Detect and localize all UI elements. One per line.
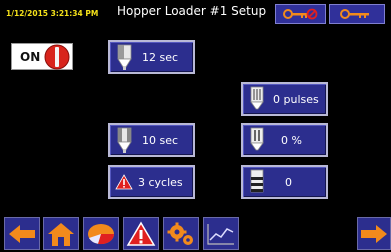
level-sensor-icon <box>250 169 264 193</box>
hopper-dump-icon <box>117 127 132 153</box>
alarm-icon <box>126 221 156 246</box>
alarm-cycles-value: 3 cycles <box>138 175 183 189</box>
page-title: Hopper Loader #1 Setup <box>117 4 267 18</box>
dump-time-button[interactable]: 10 sec <box>108 123 195 157</box>
home-icon <box>48 222 74 246</box>
hopper-pulse-icon <box>250 86 264 110</box>
level-button[interactable]: 0 <box>241 165 328 199</box>
next-arrow-icon <box>361 224 387 243</box>
percent-value: 0 % <box>281 133 302 147</box>
trend-button[interactable] <box>203 217 239 250</box>
timestamp: 1/12/2015 3:21:34 PM <box>6 9 99 18</box>
settings-button[interactable] <box>163 217 199 250</box>
power-switch-icon <box>44 44 70 69</box>
warning-icon <box>115 174 133 190</box>
load-time-button[interactable]: 12 sec <box>108 40 195 74</box>
key-lock-button[interactable] <box>275 4 326 24</box>
load-time-value: 12 sec <box>142 50 179 64</box>
home-button[interactable] <box>43 217 79 250</box>
alarms-button[interactable] <box>123 217 159 250</box>
power-toggle[interactable]: ON <box>11 43 73 70</box>
alarm-cycles-button[interactable]: 3 cycles <box>108 165 195 199</box>
back-arrow-icon <box>9 224 35 243</box>
key-lock-icon <box>282 8 317 20</box>
level-value: 0 <box>285 175 292 189</box>
bottom-nav <box>0 217 391 252</box>
pulses-button[interactable]: 0 pulses <box>241 82 328 116</box>
pulses-value: 0 pulses <box>273 92 319 106</box>
trend-chart-icon <box>207 223 234 245</box>
key-button[interactable] <box>329 4 385 24</box>
hopper-fill-icon <box>117 44 132 70</box>
pie-chart-icon <box>88 223 115 244</box>
hopper-percent-icon <box>250 127 264 151</box>
next-button[interactable] <box>357 217 391 250</box>
overview-button[interactable] <box>83 217 119 250</box>
settings-gears-icon <box>167 222 193 245</box>
dump-time-value: 10 sec <box>142 133 179 147</box>
percent-button[interactable]: 0 % <box>241 123 328 157</box>
key-icon <box>340 9 369 19</box>
power-toggle-label: ON <box>20 49 41 64</box>
back-button[interactable] <box>4 217 40 250</box>
